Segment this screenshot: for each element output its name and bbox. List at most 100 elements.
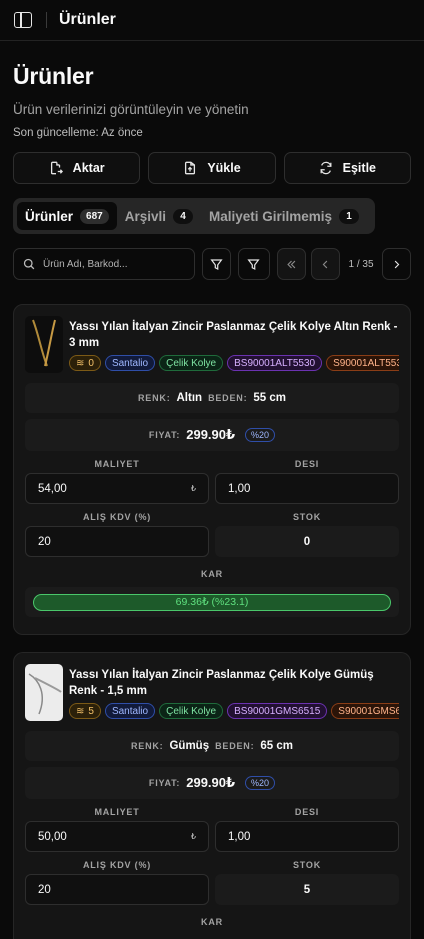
tab-count: 4 <box>172 208 193 224</box>
profit-label: KAR <box>201 917 223 927</box>
upload-button[interactable]: Yükle <box>148 152 276 184</box>
search-input[interactable]: Ürün Adı, Barkod... <box>13 248 195 280</box>
size-value: 65 cm <box>260 740 294 752</box>
vat-input[interactable]: 20 <box>25 874 209 905</box>
tab-label: Ürünler <box>25 208 74 224</box>
filter-button[interactable] <box>201 248 231 280</box>
tab-products[interactable]: Ürünler 687 <box>17 202 117 230</box>
divider <box>46 12 47 28</box>
variant-row: RENK: Altın BEDEN: 55 cm <box>25 383 399 413</box>
desi-label: DESI <box>294 807 320 817</box>
next-page-button[interactable] <box>382 248 411 280</box>
variant-row: RENK: Gümüş BEDEN: 65 cm <box>25 731 399 761</box>
sync-label: Eşitle <box>342 161 376 175</box>
brand-badge: Santalio <box>104 355 156 371</box>
desi-label: DESI <box>294 459 320 469</box>
search-placeholder: Ürün Adı, Barkod... <box>43 258 128 270</box>
profit-label: KAR <box>201 569 223 579</box>
currency-symbol: ₺ <box>190 832 196 841</box>
product-image <box>25 316 63 373</box>
tab-archived[interactable]: Arşivli 4 <box>117 202 201 230</box>
sidebar-toggle-icon[interactable] <box>14 12 32 28</box>
filter-button-2[interactable] <box>237 248 270 280</box>
color-label: RENK: <box>138 393 171 403</box>
size-label: BEDEN: <box>215 741 255 751</box>
cost-label: MALIYET <box>94 459 140 469</box>
code-badge: S90001ALT5530 <box>326 355 399 371</box>
profit-row: 69.36₺ (%23.1) <box>25 587 399 617</box>
cost-grid: MALIYET DESI 54,00 ₺ 1,00 ALIŞ KDV (%) ST… <box>25 455 399 557</box>
stock-label: STOK <box>292 860 322 870</box>
category-badge: Çelik Kolye <box>159 355 224 371</box>
color-value: Gümüş <box>169 740 210 752</box>
action-bar: Aktar Yükle Eşitle <box>0 152 424 184</box>
cost-value: 50,00 <box>38 830 67 843</box>
tab-label: Arşivli <box>124 208 166 224</box>
prev-page-button[interactable] <box>311 248 340 280</box>
price-label: FIYAT: <box>148 430 181 440</box>
product-name: Yassı Yılan İtalyan Zincir Paslanmaz Çel… <box>69 321 398 349</box>
file-export-icon <box>50 161 63 175</box>
page-subtitle: Ürün verilerinizi görüntüleyin ve yöneti… <box>13 102 249 117</box>
price-percent-badge: %20 <box>245 428 276 442</box>
pagination: 1 / 35 <box>277 248 411 280</box>
color-value: Altın <box>176 392 203 404</box>
chevron-right-icon <box>394 260 400 268</box>
stock-value: 0 <box>215 526 399 557</box>
desi-value: 1,00 <box>228 830 251 843</box>
vat-value: 20 <box>38 535 51 548</box>
last-updated: Son güncelleme: Az önce <box>13 127 143 139</box>
size-label: BEDEN: <box>208 393 248 403</box>
stock-value: 5 <box>215 874 399 905</box>
price-row: FIYAT: 299.90₺ %20 <box>25 767 399 799</box>
price-label: FIYAT: <box>148 778 181 788</box>
cost-input[interactable]: 54,00 ₺ <box>25 473 209 504</box>
desi-input[interactable]: 1,00 <box>215 821 399 852</box>
cost-input[interactable]: 50,00 ₺ <box>25 821 209 852</box>
chevrons-left-icon <box>287 260 296 268</box>
cost-grid: MALIYET DESI 50,00 ₺ 1,00 ALIŞ KDV (%) ST… <box>25 803 399 905</box>
sku-badge: BS90001GMS6515 <box>227 703 328 719</box>
sync-button[interactable]: Eşitle <box>283 152 411 184</box>
cost-value: 54,00 <box>38 482 67 495</box>
product-card: Yassı Yılan İtalyan Zincir Paslanmaz Çel… <box>13 304 411 635</box>
price-value: 299.90₺ <box>186 427 236 442</box>
topbar-title: Ürünler <box>59 11 116 28</box>
refresh-icon <box>320 161 332 175</box>
first-page-button[interactable] <box>277 248 306 280</box>
size-value: 55 cm <box>253 392 286 404</box>
tab-count: 1 <box>339 208 360 224</box>
price-row: FIYAT: 299.90₺ %20 <box>25 419 399 451</box>
brand-badge: Santalio <box>104 703 156 719</box>
category-badge: Çelik Kolye <box>159 703 224 719</box>
vat-input[interactable]: 20 <box>25 526 209 557</box>
stock-badge: ≋ 5 <box>69 703 101 719</box>
file-upload-icon <box>185 161 196 175</box>
code-badge: S90001GMS6515 <box>331 703 399 719</box>
profit-value: 69.36₺ (%23.1) <box>33 593 391 611</box>
page-header: Ürünler Ürün verilerinizi görüntüleyin v… <box>0 41 424 139</box>
desi-value: 1,00 <box>228 482 251 495</box>
filter-icon <box>210 258 223 270</box>
tab-count: 687 <box>80 208 109 224</box>
stock-badge-value: 5 <box>88 705 94 717</box>
desi-input[interactable]: 1,00 <box>215 473 399 504</box>
color-label: RENK: <box>130 741 164 751</box>
tab-missing-cost[interactable]: Maliyeti Girilmemiş 1 <box>201 202 367 230</box>
vat-value: 20 <box>38 883 51 896</box>
vat-label: ALIŞ KDV (%) <box>82 512 152 522</box>
top-bar: Ürünler <box>0 0 424 41</box>
product-image <box>25 664 63 721</box>
sku-badge: BS90001ALT5530 <box>227 355 323 371</box>
page-indicator: 1 / 35 <box>348 258 374 270</box>
filter-bar: Ürün Adı, Barkod... 1 / 35 <box>0 248 424 280</box>
export-button[interactable]: Aktar <box>13 152 141 184</box>
stock-badge-value: 0 <box>88 357 94 369</box>
price-value: 299.90₺ <box>186 775 236 790</box>
chevron-left-icon <box>322 260 328 268</box>
layers-icon: ≋ <box>76 357 85 369</box>
product-tabs: Ürünler 687 Arşivli 4 Maliyeti Girilmemi… <box>13 198 375 234</box>
badge-row: ≋ 0 Santalio Çelik Kolye BS90001ALT5530 S… <box>69 355 399 371</box>
vat-label: ALIŞ KDV (%) <box>82 860 152 870</box>
stock-badge: ≋ 0 <box>69 355 101 371</box>
